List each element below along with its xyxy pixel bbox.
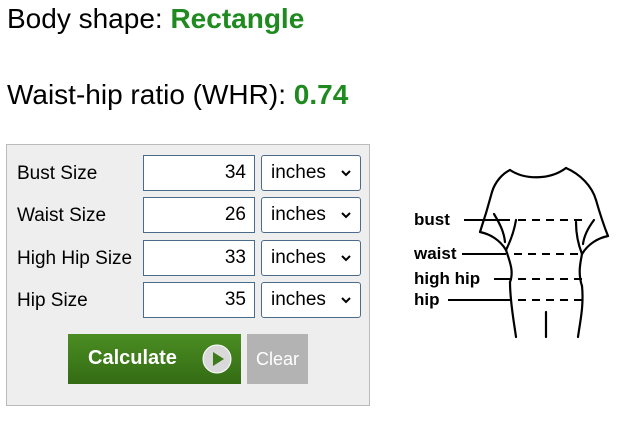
diagram-label-high-hip: high hip [414,269,481,288]
waist-size-row: Waist Size inches [7,197,371,235]
hip-size-input[interactable] [143,282,255,318]
high-hip-unit-value: inches [271,247,326,268]
hip-size-row: Hip Size inches [7,282,371,320]
waist-size-input[interactable] [143,197,255,233]
whr-value: 0.74 [293,79,349,110]
body-measurement-diagram: bust waist high hip hip [410,162,625,342]
clear-button-label: Clear [255,349,299,369]
chevron-down-icon [341,212,351,219]
diagram-label-waist: waist [414,244,457,263]
waist-unit-value: inches [271,204,326,225]
diagram-label-hip: hip [414,290,440,309]
calculator-panel: Bust Size inches Waist Size inches High … [6,144,370,406]
whr-label: Waist-hip ratio (WHR): [7,79,286,110]
clear-button[interactable]: Clear [247,334,308,384]
bust-unit-select[interactable]: inches [261,155,361,191]
high-hip-size-row: High Hip Size inches [7,240,371,278]
body-shape-value: Rectangle [170,3,305,34]
body-shape-result: Body shape: Rectangle [7,3,304,35]
chevron-down-icon [341,255,351,262]
calculate-button-label: Calculate [88,347,177,369]
chevron-down-icon [341,170,351,177]
calculate-button[interactable]: Calculate [68,334,241,384]
hip-unit-value: inches [271,289,326,310]
hip-unit-select[interactable]: inches [261,282,361,318]
high-hip-unit-select[interactable]: inches [261,240,361,276]
high-hip-size-label: High Hip Size [17,248,133,269]
body-shape-label: Body shape: [7,3,163,34]
waist-size-label: Waist Size [17,205,107,226]
play-circle-icon [202,344,232,374]
bust-size-input[interactable] [143,155,255,191]
high-hip-size-input[interactable] [143,240,255,276]
bust-size-label: Bust Size [17,163,98,184]
waist-unit-select[interactable]: inches [261,197,361,233]
bust-size-row: Bust Size inches [7,155,371,193]
diagram-label-bust: bust [414,210,450,229]
bust-unit-value: inches [271,162,326,183]
chevron-down-icon [341,297,351,304]
hip-size-label: Hip Size [17,290,88,311]
whr-result: Waist-hip ratio (WHR): 0.74 [7,79,348,111]
